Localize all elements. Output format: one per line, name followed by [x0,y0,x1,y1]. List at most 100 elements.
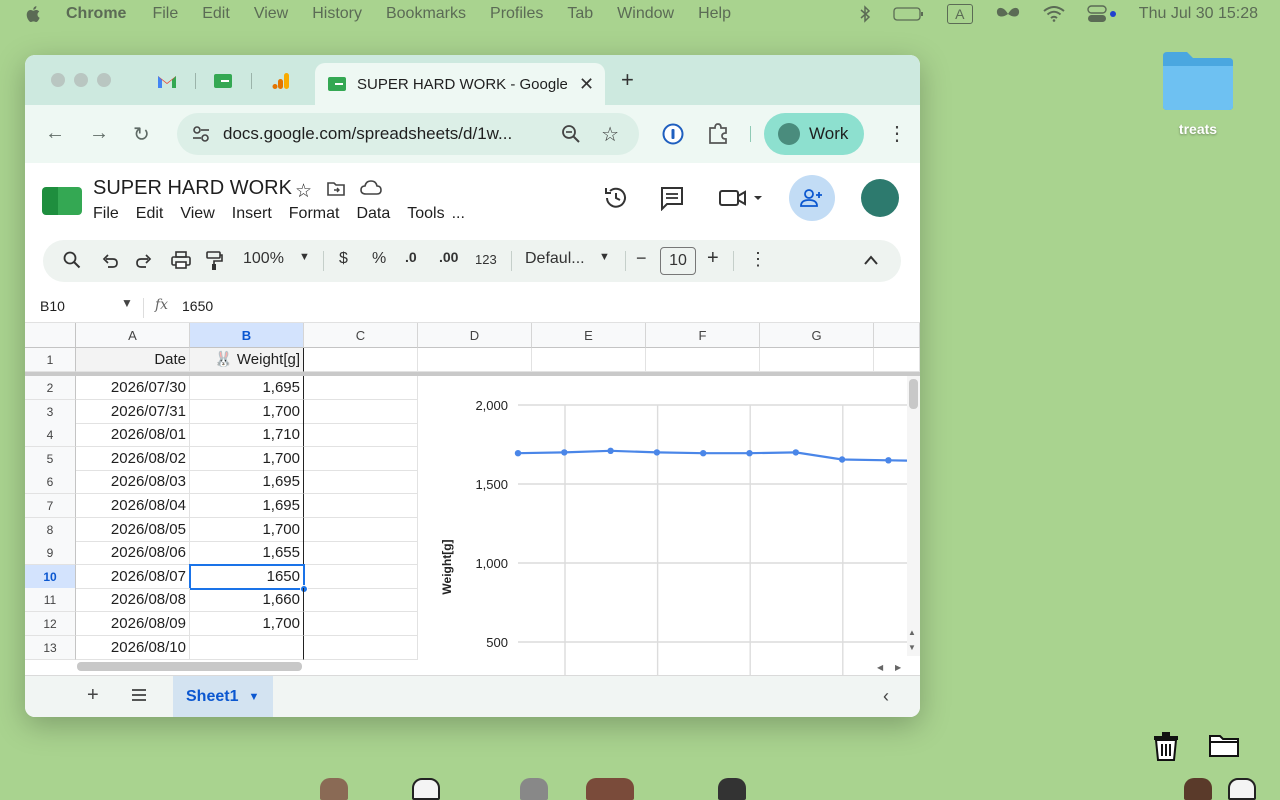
date-cell[interactable]: 2026/08/01 [76,423,190,448]
date-cell[interactable]: 2026/08/05 [76,517,190,542]
paint-format-icon[interactable] [205,251,223,271]
minimize-window-button[interactable] [74,73,88,87]
docs-menu-insert[interactable]: Insert [232,205,272,223]
row-header-4[interactable]: 4 [25,423,76,448]
sheets-logo-icon[interactable] [42,187,82,215]
cell[interactable] [304,635,418,660]
desktop-folder-treats[interactable]: treats [1156,48,1240,137]
weight-cell[interactable]: 1,695 [190,470,304,495]
menu-bookmarks[interactable]: Bookmarks [386,5,466,23]
version-history-icon[interactable] [603,185,629,211]
weight-cell[interactable]: 1,700 [190,517,304,542]
more-formats-button[interactable]: 123 [475,252,497,267]
print-icon[interactable] [171,251,191,269]
wifi-icon[interactable] [1043,6,1065,22]
bluetooth-icon[interactable] [859,5,871,23]
font-size-input[interactable]: 10 [660,247,696,275]
row-header-3[interactable]: 3 [25,399,76,424]
cell[interactable] [304,470,418,495]
decrease-font-size-button[interactable]: − [636,248,647,269]
row-header-2[interactable]: 2 [25,376,76,400]
zoom-icon[interactable] [561,124,581,144]
more-tools-icon[interactable]: ⋮ [749,249,767,270]
menu-app-name[interactable]: Chrome [66,5,126,23]
menu-edit[interactable]: Edit [202,5,230,23]
date-cell[interactable]: 2026/08/10 [76,635,190,660]
column-header-h[interactable] [874,323,920,348]
menu-profiles[interactable]: Profiles [490,5,543,23]
row-header-12[interactable]: 12 [25,612,76,636]
battery-icon[interactable] [893,6,925,22]
scroll-up-icon[interactable]: ▲ [908,628,916,637]
account-avatar[interactable] [861,179,899,217]
butterfly-app-icon[interactable] [995,5,1021,23]
header-date-cell[interactable]: Date [76,348,190,372]
date-cell[interactable]: 2026/07/30 [76,376,190,400]
menu-tab[interactable]: Tab [567,5,593,23]
cell[interactable] [532,348,646,372]
bookmark-star-icon[interactable]: ☆ [601,122,619,147]
date-cell[interactable]: 2026/07/31 [76,399,190,424]
add-sheet-button[interactable]: + [87,684,99,707]
spreadsheet-grid[interactable]: A B C D E F G 1 Date 🐰 Weight[g] 2 2026/0… [25,323,920,675]
row-header-10[interactable]: 10 [25,564,76,589]
cell[interactable] [418,348,532,372]
weight-cell[interactable] [190,635,304,660]
cell[interactable] [304,494,418,518]
formula-input[interactable]: 1650 [182,298,213,314]
weight-cell[interactable]: 1,700 [190,612,304,636]
date-cell[interactable]: 2026/08/03 [76,470,190,495]
cell[interactable] [304,399,418,424]
undo-icon[interactable] [101,251,119,269]
row-header-5[interactable]: 5 [25,446,76,471]
select-all-corner[interactable] [25,323,76,348]
cell[interactable] [304,376,418,400]
share-button[interactable] [789,175,835,221]
trash-icon[interactable] [1150,730,1182,762]
extensions-icon[interactable] [707,121,729,145]
tab-active-spreadsheet[interactable]: SUPER HARD WORK - Google ✕ [315,63,605,105]
column-header-d[interactable]: D [418,323,532,348]
sheet-tab-dropdown-icon[interactable]: ▼ [248,691,259,703]
weight-cell[interactable]: 1,700 [190,446,304,471]
close-tab-icon[interactable]: ✕ [579,74,594,95]
zoom-window-button[interactable] [97,73,111,87]
control-center-icon[interactable] [1087,5,1117,23]
currency-format-button[interactable]: $ [339,250,348,268]
cell[interactable] [304,446,418,471]
weight-cell[interactable]: 1,660 [190,588,304,613]
menu-file[interactable]: File [152,5,178,23]
date-cell[interactable]: 2026/08/08 [76,588,190,613]
explore-collapse-icon[interactable]: ‹ [883,686,889,707]
menu-help[interactable]: Help [698,5,731,23]
pixel-folder-icon[interactable] [1208,730,1240,758]
tab-analytics[interactable] [269,69,293,93]
date-cell[interactable]: 2026/08/02 [76,446,190,471]
column-header-c[interactable]: C [304,323,418,348]
sheet-tab-sheet1[interactable]: Sheet1 ▼ [173,676,273,717]
name-box-dropdown-icon[interactable]: ▼ [121,296,133,310]
cell[interactable] [874,348,920,372]
date-cell[interactable]: 2026/08/06 [76,541,190,566]
date-cell[interactable]: 2026/08/04 [76,494,190,518]
percent-format-button[interactable]: % [372,250,386,268]
input-source-icon[interactable]: A [946,4,973,24]
docs-menu-format[interactable]: Format [289,205,340,223]
column-header-e[interactable]: E [532,323,646,348]
cell[interactable] [304,517,418,542]
column-header-a[interactable]: A [76,323,190,348]
cell[interactable] [304,541,418,566]
cloud-saved-icon[interactable] [360,180,382,196]
back-button[interactable]: ← [45,122,65,145]
cell[interactable] [304,588,418,613]
move-folder-icon[interactable] [326,180,346,198]
font-dropdown-icon[interactable]: ▼ [599,251,610,263]
password-manager-icon[interactable] [662,123,684,145]
font-select[interactable]: Defaul... [525,250,585,268]
row-header-13[interactable]: 13 [25,635,76,660]
scroll-down-icon[interactable]: ▼ [908,643,916,652]
tab-gmail[interactable] [155,69,179,93]
zoom-dropdown-icon[interactable]: ▼ [299,251,310,263]
increase-decimal-button[interactable]: .00 [439,249,458,265]
row-header-11[interactable]: 11 [25,588,76,613]
